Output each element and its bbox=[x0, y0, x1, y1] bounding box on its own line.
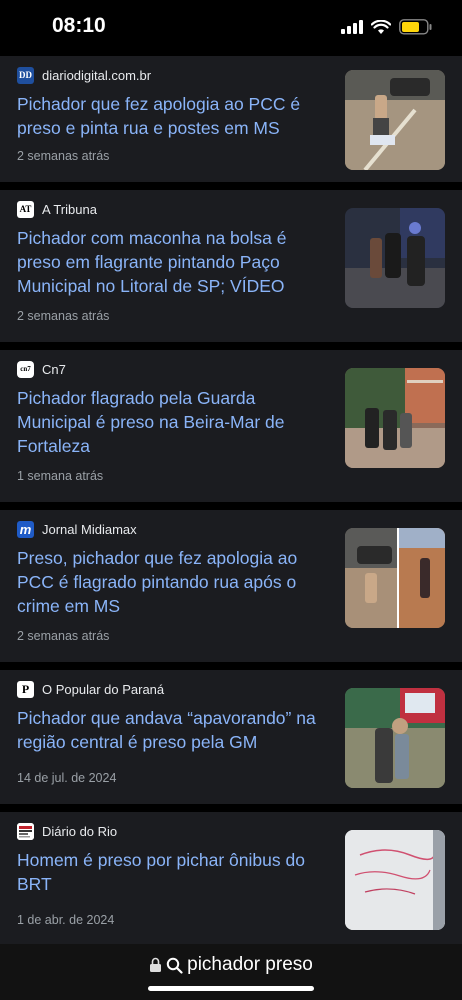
article-thumbnail[interactable] bbox=[345, 368, 445, 468]
status-bar: 08:10 bbox=[0, 0, 462, 56]
article-headline[interactable]: Pichador com maconha na bolsa é preso em… bbox=[17, 226, 327, 298]
article-age: 1 semana atrás bbox=[17, 469, 104, 483]
search-query[interactable]: pichador preso bbox=[187, 954, 313, 976]
diariodigital-logo-icon: DD bbox=[17, 66, 34, 84]
news-card[interactable]: m Jornal Midiamax Preso, pichador que fe… bbox=[0, 510, 462, 662]
news-card[interactable]: AT A Tribuna Pichador com maconha na bol… bbox=[0, 190, 462, 342]
diario-do-rio-logo-icon bbox=[17, 822, 34, 840]
browser-address-bar[interactable]: pichador preso bbox=[0, 944, 462, 1000]
article-headline[interactable]: Pichador que fez apologia ao PCC é preso… bbox=[17, 92, 327, 140]
article-age: 2 semanas atrás bbox=[17, 149, 110, 163]
cn7-logo-icon: cn7 bbox=[17, 360, 34, 378]
article-age: 2 semanas atrás bbox=[17, 309, 110, 323]
source-name: Cn7 bbox=[42, 361, 66, 377]
wifi-icon bbox=[371, 19, 391, 34]
news-card[interactable]: Diário do Rio Homem é preso por pichar ô… bbox=[0, 812, 462, 944]
battery-icon bbox=[399, 19, 432, 35]
source-name: A Tribuna bbox=[42, 201, 97, 217]
news-card[interactable]: DD diariodigital.com.br Pichador que fez… bbox=[0, 56, 462, 182]
signal-icon bbox=[341, 20, 363, 34]
source-name: Diário do Rio bbox=[42, 823, 118, 839]
article-age: 14 de jul. de 2024 bbox=[17, 771, 117, 785]
source-name: diariodigital.com.br bbox=[42, 67, 152, 83]
news-card[interactable]: P O Popular do Paraná Pichador que andav… bbox=[0, 670, 462, 804]
home-indicator[interactable] bbox=[148, 986, 314, 991]
lock-icon bbox=[150, 957, 162, 972]
search-pill[interactable]: pichador preso bbox=[0, 954, 462, 976]
news-card[interactable]: cn7 Cn7 Pichador flagrado pela Guarda Mu… bbox=[0, 350, 462, 502]
article-headline[interactable]: Pichador que andava “apavorando” na regi… bbox=[17, 706, 327, 754]
midiamax-logo-icon: m bbox=[17, 520, 34, 538]
article-thumbnail[interactable] bbox=[345, 528, 445, 628]
article-age: 2 semanas atrás bbox=[17, 629, 110, 643]
article-headline[interactable]: Preso, pichador que fez apologia ao PCC … bbox=[17, 546, 327, 618]
source-name: O Popular do Paraná bbox=[42, 681, 165, 697]
search-icon bbox=[166, 957, 183, 974]
article-thumbnail[interactable] bbox=[345, 208, 445, 308]
article-headline[interactable]: Pichador flagrado pela Guarda Municipal … bbox=[17, 386, 327, 458]
article-thumbnail[interactable] bbox=[345, 830, 445, 930]
article-age: 1 de abr. de 2024 bbox=[17, 913, 115, 927]
article-headline[interactable]: Homem é preso por pichar ônibus do BRT bbox=[17, 848, 327, 896]
article-thumbnail[interactable] bbox=[345, 688, 445, 788]
status-time: 08:10 bbox=[52, 14, 106, 37]
source-name: Jornal Midiamax bbox=[42, 521, 137, 537]
article-thumbnail[interactable] bbox=[345, 70, 445, 170]
atribuna-logo-icon: AT bbox=[17, 200, 34, 218]
popular-parana-logo-icon: P bbox=[17, 680, 34, 698]
